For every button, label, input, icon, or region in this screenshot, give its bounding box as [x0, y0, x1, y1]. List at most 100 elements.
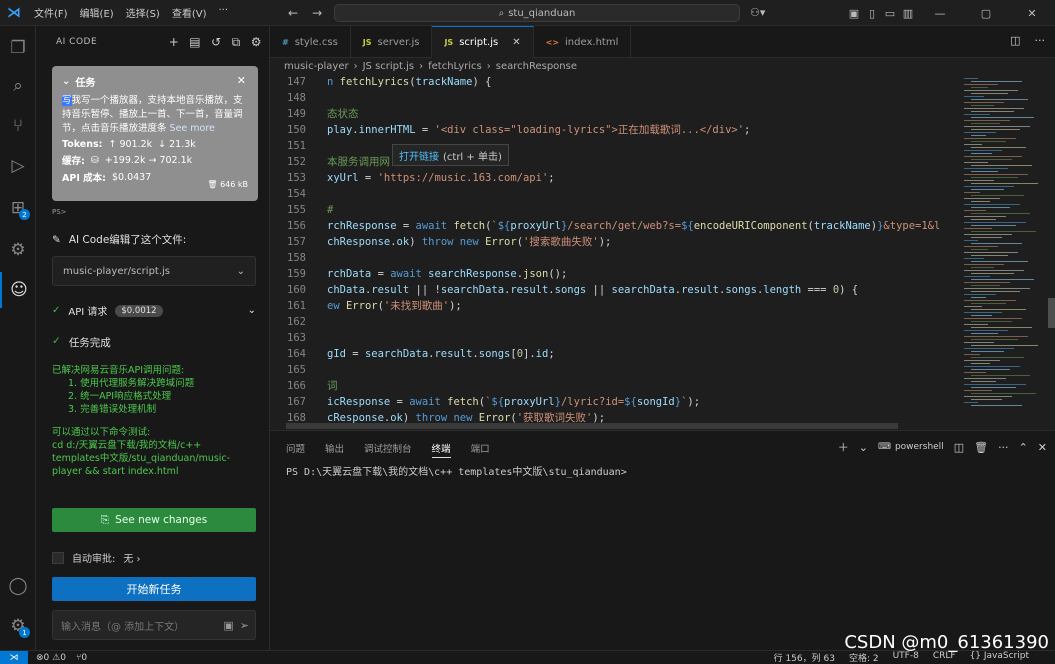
menu-selection[interactable]: 选择(S) — [126, 5, 160, 20]
ports-status[interactable]: ⑂0 — [76, 653, 87, 663]
settings-icon[interactable]: ⚙ — [251, 35, 262, 50]
extensions-icon[interactable]: ⊞ 2 — [0, 190, 36, 226]
trash-icon[interactable]: 🗑 — [207, 180, 217, 189]
tab-problems[interactable]: 问题 — [286, 441, 305, 458]
auto-approve-row[interactable]: 自动审批: 无 › — [52, 550, 141, 565]
command-center-search[interactable]: ⌕ stu_qianduan — [334, 4, 740, 22]
tab-debug-console[interactable]: 调试控制台 — [364, 441, 412, 458]
explorer-icon[interactable]: ❐ — [0, 30, 36, 66]
code-line[interactable]: 167 icResponse = await fetch(`${proxyUrl}… — [270, 394, 960, 410]
code-line[interactable]: 148 — [270, 90, 960, 106]
back-arrow-icon[interactable]: ← — [288, 6, 298, 20]
tab-terminal[interactable]: 终端 — [431, 441, 451, 458]
dropdown-icon[interactable]: ⌄ — [859, 441, 868, 454]
image-icon[interactable]: ▣ — [223, 619, 233, 632]
remote-indicator-icon[interactable]: ⋊ — [0, 650, 28, 664]
code-line[interactable]: 152 本服务调用网 — [270, 154, 960, 170]
edited-file-dropdown[interactable]: music-player/script.js ⌄ — [52, 256, 256, 286]
code-line[interactable]: 166 词 — [270, 378, 960, 394]
code-line[interactable]: 163 — [270, 330, 960, 346]
breadcrumb-item[interactable]: JS script.js — [363, 61, 415, 72]
code-line[interactable]: 162 — [270, 314, 960, 330]
code-line[interactable]: 155 # — [270, 202, 960, 218]
code-line[interactable]: 165 — [270, 362, 960, 378]
layout-sidebar-icon[interactable]: ▯ — [863, 7, 881, 20]
more-icon[interactable]: ··· — [998, 441, 1009, 454]
tab-server-js[interactable]: JS server.js — [351, 26, 433, 58]
breadcrumb-item[interactable]: searchResponse — [496, 61, 577, 72]
minimap[interactable] — [960, 74, 1048, 426]
ai-code-icon[interactable]: ☺ — [0, 272, 36, 308]
api-request-row[interactable]: ✓ API 请求 $0.0012 ⌄ — [52, 303, 256, 318]
history-icon[interactable]: ↺ — [211, 35, 222, 50]
plus-icon[interactable]: + — [169, 35, 180, 50]
maximize-icon[interactable]: ▢ — [963, 7, 1009, 20]
remote-icon[interactable]: ⚙ — [0, 232, 36, 268]
code-line[interactable]: 154 — [270, 186, 960, 202]
see-changes-button[interactable]: ⎘ See new changes — [52, 508, 256, 532]
code-line[interactable]: 157 chResponse.ok) throw new Error('搜索歌曲失… — [270, 234, 960, 250]
menu-more[interactable]: ··· — [219, 5, 229, 20]
menu-edit[interactable]: 编辑(E) — [80, 5, 114, 20]
settings-gear-icon[interactable]: ⚙ 1 — [0, 608, 36, 644]
tooltip-link[interactable]: 打开链接 — [399, 148, 439, 163]
source-control-icon[interactable]: ⑂ — [0, 108, 36, 144]
layout-bottom-icon[interactable]: ▭ — [881, 7, 899, 20]
account-icon[interactable]: ◯ — [0, 568, 36, 604]
split-terminal-icon[interactable]: ◫ — [954, 441, 964, 454]
search-activity-icon[interactable]: ⌕ — [0, 68, 36, 104]
code-line[interactable]: 164 gId = searchData.result.songs[0].id; — [270, 346, 960, 362]
trash-icon[interactable]: 🗑 — [974, 441, 988, 454]
vertical-scrollbar[interactable] — [1048, 298, 1055, 328]
code-line[interactable]: 156 rchResponse = await fetch(`${proxyUrl… — [270, 218, 960, 234]
task-header[interactable]: ⌄ 任务 — [62, 74, 248, 89]
forward-arrow-icon[interactable]: → — [312, 6, 322, 20]
run-debug-icon[interactable]: ▷ — [0, 148, 36, 184]
auto-approve-checkbox[interactable] — [52, 551, 64, 564]
tab-style-css[interactable]: # style.css — [270, 26, 351, 58]
code-line[interactable]: 147 n fetchLyrics(trackName) { — [270, 74, 960, 90]
document-icon[interactable]: ▤ — [189, 35, 201, 50]
code-line[interactable]: 149 态状态 — [270, 106, 960, 122]
breadcrumb-item[interactable]: music-player — [284, 61, 349, 72]
tab-output[interactable]: 输出 — [325, 441, 344, 458]
menu-view[interactable]: 查看(V) — [172, 5, 207, 20]
tab-index-html[interactable]: <> index.html — [534, 26, 632, 58]
code-line[interactable]: 151 — [270, 138, 960, 154]
horizontal-scrollbar[interactable] — [286, 423, 898, 429]
layout-custom-icon[interactable]: ▥ — [899, 7, 917, 20]
copilot-icon[interactable]: ⚇▾ — [750, 6, 765, 19]
message-input[interactable]: 输入消息（@ 添加上下文） ▣ ➢ — [52, 610, 256, 640]
tab-script-js[interactable]: JS script.js ✕ — [432, 26, 534, 58]
code-line[interactable]: 150 play.innerHTML = '<div class="loading… — [270, 122, 960, 138]
minimap-line — [964, 396, 1012, 397]
code-line[interactable]: 159 rchData = await searchResponse.json()… — [270, 266, 960, 282]
layout-panel-icon[interactable]: ▣ — [845, 7, 863, 20]
breadcrumb-item[interactable]: fetchLyrics — [428, 61, 482, 72]
send-icon[interactable]: ➢ — [240, 619, 249, 632]
new-task-button[interactable]: 开始新任务 — [52, 577, 256, 601]
code-line[interactable]: 153 xyUrl = 'https://music.163.com/api'; — [270, 170, 960, 186]
more-actions-icon[interactable]: ··· — [1035, 34, 1046, 47]
problems-status[interactable]: ⊗0 ⚠0 — [36, 653, 66, 663]
close-panel-icon[interactable]: ✕ — [1038, 441, 1047, 454]
new-terminal-icon[interactable]: ＋ — [838, 439, 849, 455]
split-editor-icon[interactable]: ◫ — [1010, 34, 1020, 47]
close-icon[interactable]: ✕ — [237, 74, 246, 87]
popout-icon[interactable]: ⧉ — [232, 35, 241, 50]
menu-file[interactable]: 文件(F) — [34, 5, 68, 20]
see-more-link[interactable]: See more — [170, 123, 215, 134]
close-tab-icon[interactable]: ✕ — [512, 37, 520, 48]
code-editor[interactable]: 147 n fetchLyrics(trackName) {148 149 态状态 15… — [270, 74, 960, 426]
minimize-icon[interactable]: — — [917, 7, 963, 20]
maximize-panel-icon[interactable]: ⌃ — [1019, 441, 1028, 454]
tab-ports[interactable]: 端口 — [471, 441, 490, 458]
code-line[interactable]: 160 chData.result || !searchData.result.s… — [270, 282, 960, 298]
terminal-prompt[interactable]: PS D:\天翼云盘下载\我的文档\c++ templates中文版\stu_q… — [286, 463, 627, 478]
cursor-position[interactable]: 行 156，列 63 — [774, 651, 835, 664]
close-window-icon[interactable]: ✕ — [1009, 7, 1055, 20]
code-text: 本服务调用网 — [327, 156, 390, 168]
code-line[interactable]: 161 ew Error('未找到歌曲'); — [270, 298, 960, 314]
code-line[interactable]: 158 — [270, 250, 960, 266]
shell-selector[interactable]: ⌨ powershell — [878, 442, 944, 452]
